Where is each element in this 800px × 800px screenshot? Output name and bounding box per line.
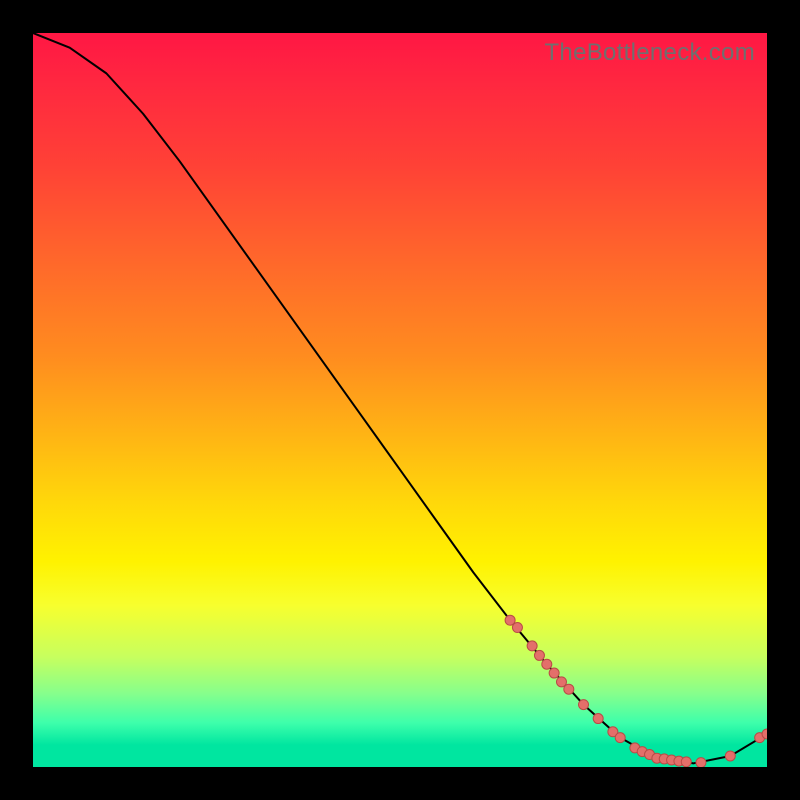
data-point	[534, 650, 544, 660]
data-point	[615, 733, 625, 743]
bottleneck-curve	[33, 33, 767, 763]
data-point	[593, 714, 603, 724]
data-point	[579, 700, 589, 710]
data-point	[527, 641, 537, 651]
data-point	[696, 758, 706, 767]
chart-overlay	[33, 33, 767, 767]
data-point	[681, 757, 691, 767]
data-point	[512, 623, 522, 633]
chart-frame: TheBottleneck.com	[0, 0, 800, 800]
data-points	[505, 615, 767, 767]
plot-area: TheBottleneck.com	[33, 33, 767, 767]
data-point	[564, 684, 574, 694]
data-point	[542, 659, 552, 669]
data-point	[725, 751, 735, 761]
data-point	[549, 668, 559, 678]
